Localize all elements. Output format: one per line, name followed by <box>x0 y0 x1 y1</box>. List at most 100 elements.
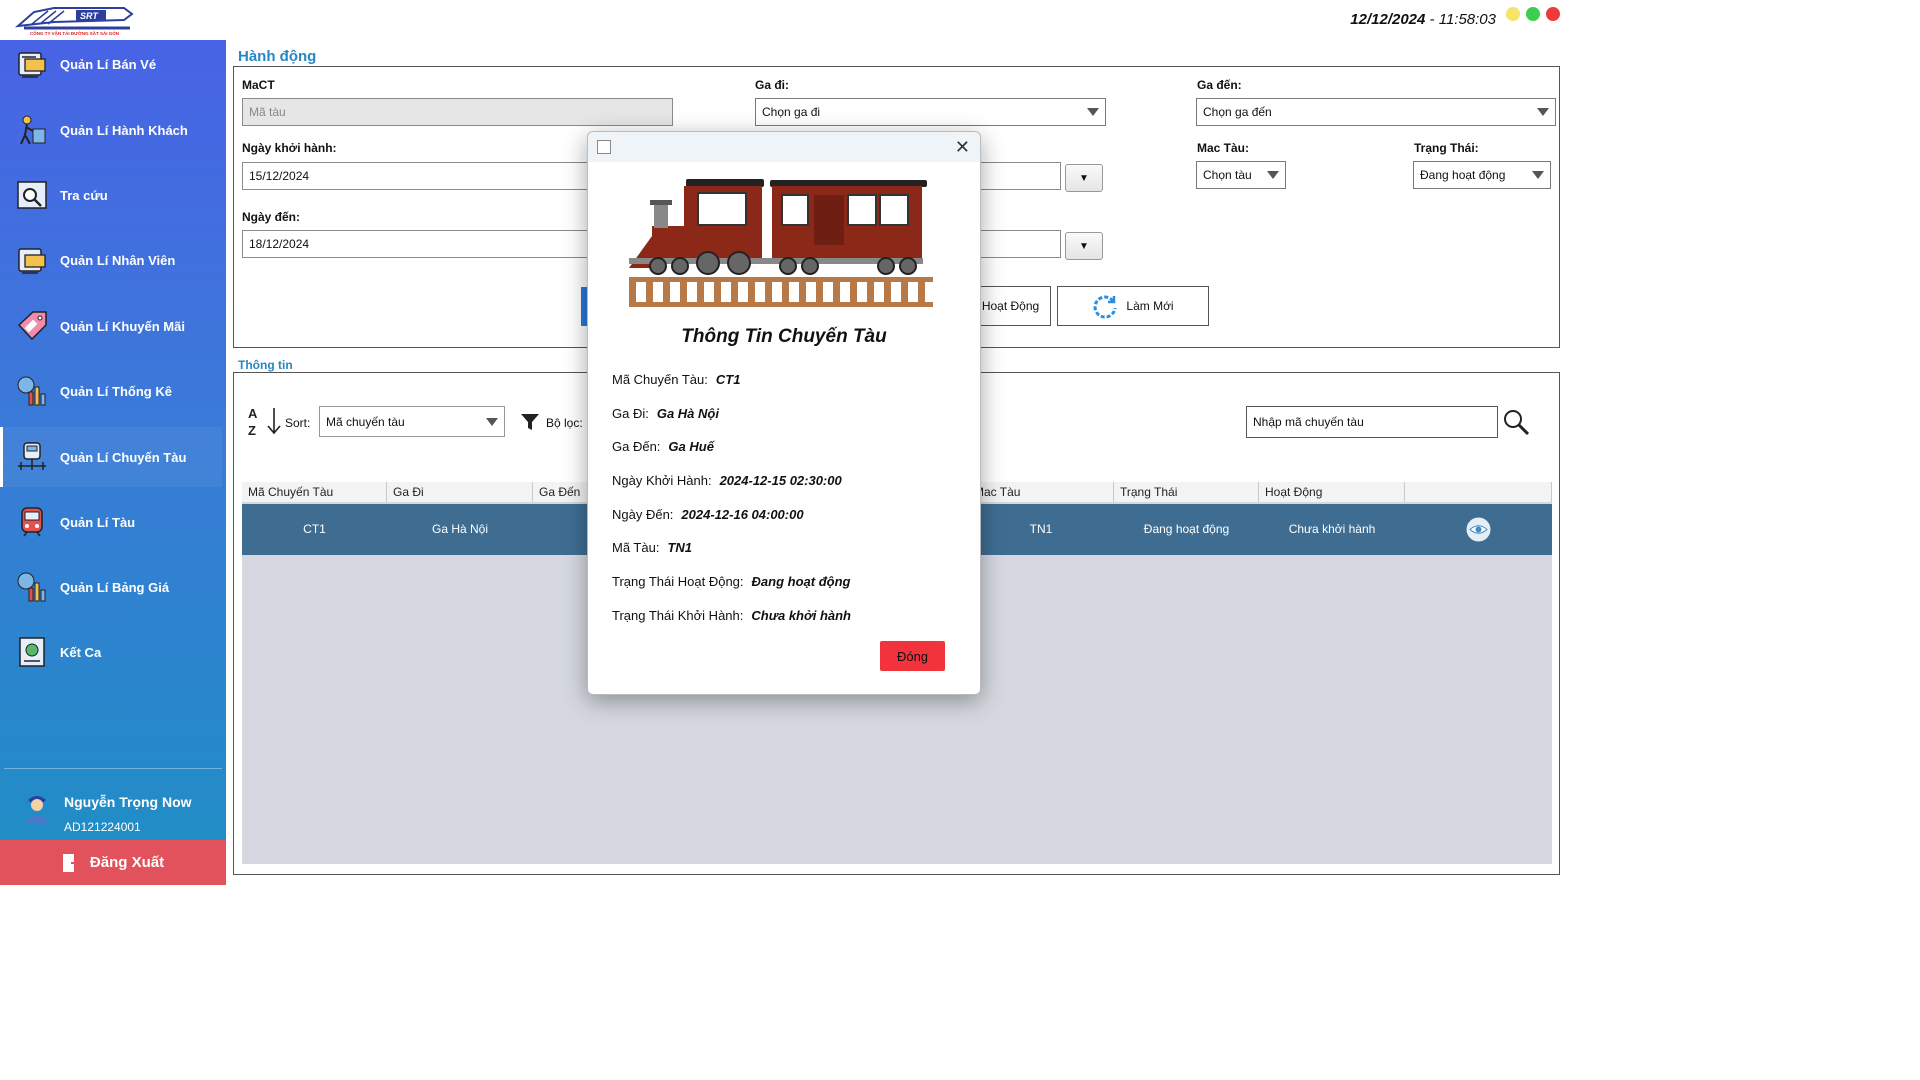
ticket-icon <box>18 52 46 78</box>
datetime-display: 12/12/2024 - 11:58:03 <box>1350 11 1496 28</box>
sidebar-item-tra-cuu[interactable]: Tra cứu <box>0 165 222 225</box>
sidebar-item-ket-ca[interactable]: Kết Ca <box>0 622 222 682</box>
trang-thai-label: Trạng Thái: <box>1414 141 1479 155</box>
sidebar-item-hanh-khach[interactable]: Quản Lí Hành Khách <box>0 100 222 160</box>
end-shift-icon <box>19 637 45 667</box>
dialog-field-ma-chuyen-tau: Mã Chuyến Tàu: CT1 <box>612 372 740 387</box>
dialog-title: Thông Tin Chuyến Tàu <box>681 326 887 347</box>
mact-input[interactable]: Mã tàu <box>242 98 673 126</box>
sidebar-item-label: Quản Lí Thống Kê <box>60 383 172 399</box>
passenger-icon <box>20 115 46 145</box>
field-value: 2024-12-16 04:00:00 <box>681 507 804 522</box>
dialog-field-trang-thai-khoi-hanh: Trạng Thái Khởi Hành: Chưa khởi hành <box>612 608 851 623</box>
sidebar: Quản Lí Bán Vé Quản Lí Hành Khách Tra cứ… <box>0 40 226 885</box>
sort-select[interactable]: Mã chuyến tàu <box>319 406 505 437</box>
sidebar-item-thong-ke[interactable]: Quản Lí Thống Kê <box>0 361 222 421</box>
cell-mac-tau: TN1 <box>1029 522 1053 536</box>
sidebar-item-label: Quản Lí Nhân Viên <box>60 252 176 268</box>
close-window-button[interactable] <box>1546 7 1560 21</box>
train-route-icon <box>18 442 46 470</box>
field-label: Ga Đến: <box>612 439 661 454</box>
ngay-den-picker-button[interactable]: ▼ <box>1065 232 1103 260</box>
sidebar-item-chuyen-tau[interactable]: Quản Lí Chuyến Tàu <box>0 427 222 487</box>
search-icon[interactable] <box>1502 408 1530 436</box>
sidebar-divider <box>4 768 222 769</box>
dialog-field-ga-den: Ga Đến: Ga Huế <box>612 439 714 454</box>
lam-moi-button[interactable]: Làm Mới <box>1057 286 1209 326</box>
trang-thai-select[interactable]: Đang hoạt động <box>1413 161 1551 189</box>
sort-value: Mã chuyến tàu <box>326 414 405 429</box>
sidebar-item-label: Quản Lí Hành Khách <box>60 122 188 138</box>
column-header[interactable]: Hoạt Động <box>1259 482 1405 502</box>
price-chart-icon <box>17 572 46 602</box>
java-app-icon <box>597 140 611 154</box>
ngay-khoi-hanh-picker-button[interactable]: ▼ <box>1065 164 1103 192</box>
dialog-field-ngay-den: Ngày Đến: 2024-12-16 04:00:00 <box>612 507 804 522</box>
sidebar-item-bang-gia[interactable]: Quản Lí Bảng Giá <box>0 557 222 617</box>
column-header[interactable]: Trạng Thái <box>1114 482 1259 502</box>
ga-di-label: Ga đi: <box>755 78 790 92</box>
logo-text: SRT <box>80 11 99 21</box>
user-panel: Nguyễn Trọng Now AD121224001 <box>0 780 226 840</box>
info-section-title: Thông tin <box>238 358 293 372</box>
statistics-icon <box>17 376 46 406</box>
trang-thai-value: Đang hoạt động <box>1420 168 1506 182</box>
field-label: Trạng Thái Khởi Hành: <box>612 608 744 623</box>
field-label: Trạng Thái Hoạt Động: <box>612 574 744 589</box>
refresh-icon <box>1093 295 1117 319</box>
svg-text:Z: Z <box>248 423 256 438</box>
mac-tau-value: Chọn tàu <box>1203 168 1252 182</box>
hoat-dong-label: Hoạt Động <box>981 299 1040 313</box>
sidebar-item-ban-ve[interactable]: Quản Lí Bán Vé <box>0 34 222 94</box>
logout-button[interactable]: Đăng Xuất <box>0 840 226 885</box>
ga-den-value: Chọn ga đến <box>1203 105 1272 119</box>
ngay-den-label: Ngày đến: <box>242 210 301 224</box>
train-icon <box>21 507 43 537</box>
mac-tau-select[interactable]: Chọn tàu <box>1196 161 1286 189</box>
dialog-field-ngay-khoi-hanh: Ngày Khởi Hành: 2024-12-15 02:30:00 <box>612 473 842 488</box>
view-details-eye-icon[interactable] <box>1466 517 1491 542</box>
sidebar-item-tau[interactable]: Quản Lí Tàu <box>0 492 222 552</box>
sidebar-item-label: Tra cứu <box>60 187 108 203</box>
search-input[interactable]: Nhập mã chuyến tàu <box>1246 406 1498 438</box>
field-value: Chưa khởi hành <box>751 608 852 623</box>
sidebar-item-label: Quản Lí Chuyến Tàu <box>60 449 187 465</box>
ngay-khoi-hanh-label: Ngày khởi hành: <box>242 141 337 155</box>
chevron-down-icon <box>1267 171 1279 179</box>
sidebar-item-nhan-vien[interactable]: Quản Lí Nhân Viên <box>0 230 222 290</box>
chevron-down-icon <box>1537 108 1549 116</box>
ga-di-select[interactable]: Chọn ga đi <box>755 98 1106 126</box>
ga-den-label: Ga đến: <box>1197 78 1242 92</box>
sidebar-item-label: Kết Ca <box>60 644 102 660</box>
filter-label: Bộ lọc: <box>546 416 583 430</box>
top-bar: SRT CÔNG TY VẬN TẢI ĐƯỜNG SẮT SÀI GÒN 12… <box>0 0 1568 40</box>
column-header[interactable]: Ga Đi <box>387 482 533 502</box>
maximize-button[interactable] <box>1526 7 1540 21</box>
ga-den-select[interactable]: Chọn ga đến <box>1196 98 1556 126</box>
user-id: AD121224001 <box>64 820 141 834</box>
sidebar-item-khuyen-mai[interactable]: Quản Lí Khuyến Mãi <box>0 296 222 356</box>
sidebar-item-label: Quản Lí Bảng Giá <box>60 579 170 595</box>
search-document-icon <box>17 181 47 209</box>
column-header[interactable]: Mã Chuyến Tàu <box>242 482 387 502</box>
mact-label: MaCT <box>242 78 275 92</box>
logout-label: Đăng Xuất <box>89 854 165 871</box>
dialog-close-icon[interactable]: ✕ <box>955 137 970 158</box>
field-value: TN1 <box>667 540 693 555</box>
field-value: CT1 <box>715 372 741 387</box>
dialog-dong-button[interactable]: Đóng <box>880 641 945 671</box>
sort-az-icon[interactable]: A Z <box>246 404 284 438</box>
column-header[interactable]: Mac Tàu <box>968 482 1114 502</box>
lam-moi-label: Làm Mới <box>1126 299 1174 313</box>
logout-icon <box>62 853 80 872</box>
employee-icon <box>18 248 46 274</box>
user-avatar-icon <box>25 796 49 823</box>
hoat-dong-button[interactable]: Hoạt Động <box>970 286 1051 326</box>
company-logo: SRT CÔNG TY VẬN TẢI ĐƯỜNG SẮT SÀI GÒN <box>14 2 136 36</box>
filter-icon[interactable] <box>520 412 540 432</box>
column-header[interactable] <box>1405 482 1552 502</box>
dialog-field-ga-di: Ga Đi: Ga Hà Nội <box>612 406 719 421</box>
field-value: Ga Huế <box>668 439 714 454</box>
cell-hoat-dong: Chưa khởi hành <box>1288 522 1376 536</box>
minimize-button[interactable] <box>1506 7 1520 21</box>
